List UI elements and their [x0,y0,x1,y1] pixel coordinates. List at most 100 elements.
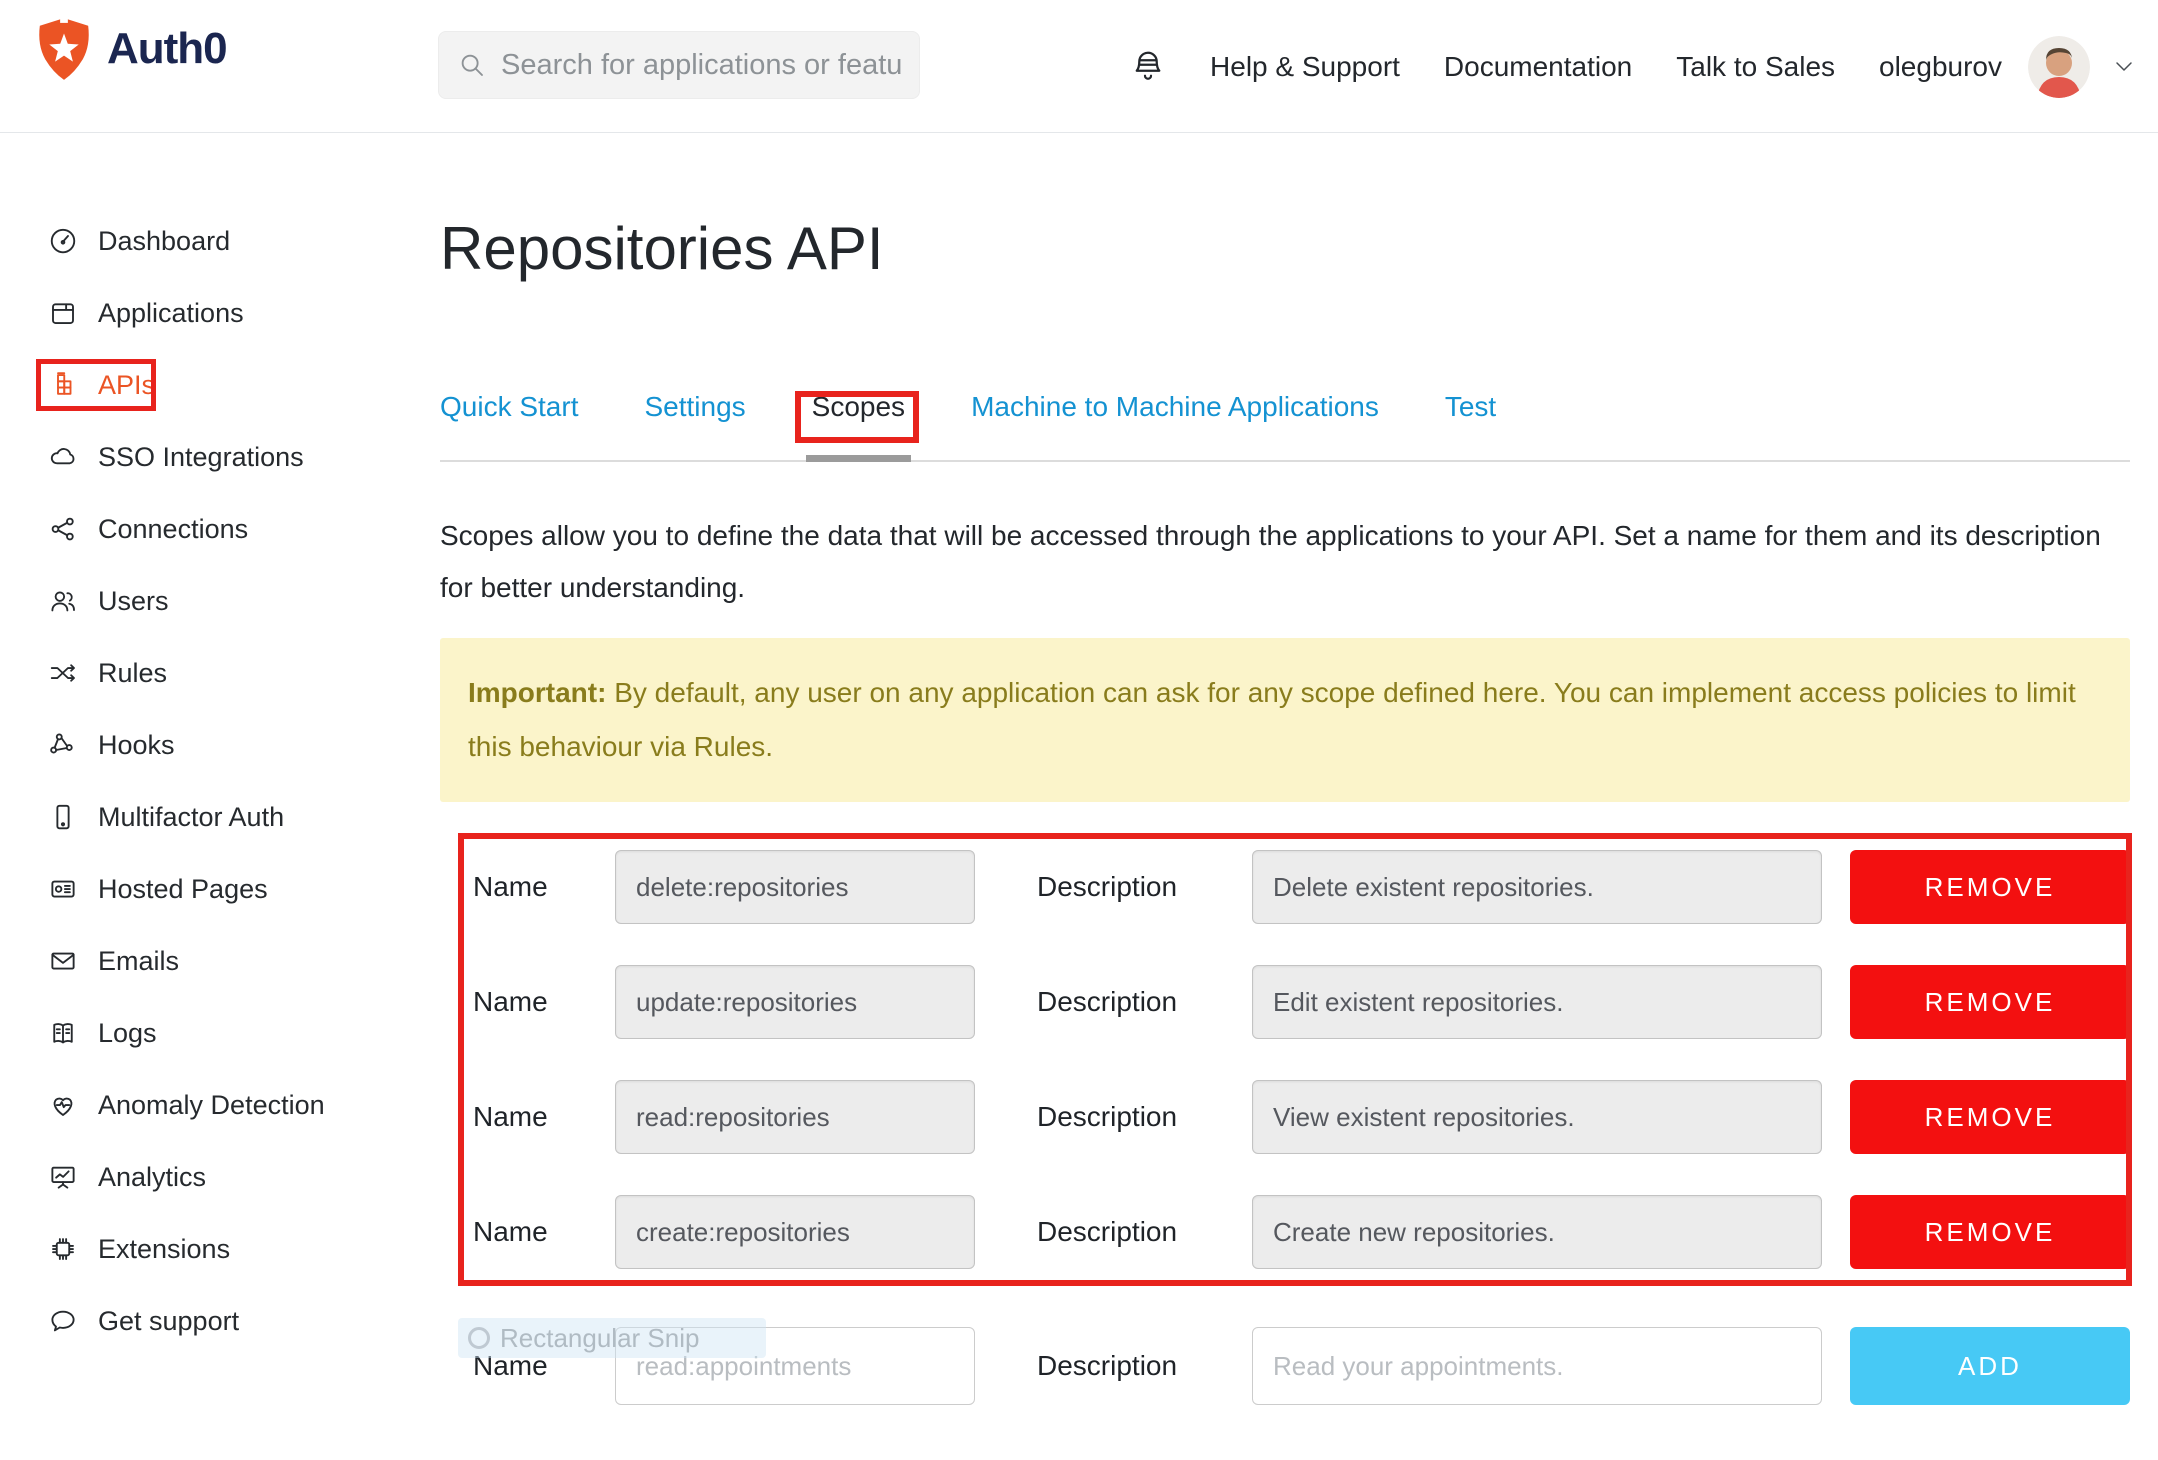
shuffle-icon [48,658,78,688]
nav-help-support[interactable]: Help & Support [1210,51,1400,83]
user-name[interactable]: olegburov [1879,51,2002,83]
sidebar-item-connections[interactable]: Connections [0,493,440,565]
remove-scope-button[interactable]: REMOVE [1850,965,2130,1039]
sidebar-item-label: Applications [98,298,244,329]
dashboard-icon [48,226,78,256]
sidebar-item-label: Users [98,586,169,617]
search-input[interactable] [501,49,901,82]
scope-name-input [615,850,975,924]
sidebar-item-hosted-pages[interactable]: Hosted Pages [0,853,440,925]
banner-text: By default, any user on any application … [468,677,2076,762]
hosted-pages-icon [48,874,78,904]
notification-bell-icon[interactable] [1130,46,1166,88]
important-banner: Important: By default, any user on any a… [440,638,2130,802]
description-label: Description [1037,986,1192,1018]
chevron-down-icon[interactable] [2112,55,2136,79]
name-label: Name [473,1216,615,1248]
auth0-dashboard-page: Auth0 Help & Support Documentation Talk … [0,0,2158,1460]
speech-bubble-icon [48,1306,78,1336]
tab-settings[interactable]: Settings [644,389,745,425]
chip-icon [48,1234,78,1264]
scope-description-input [1252,1080,1822,1154]
name-label: Name [473,871,615,903]
description-label: Description [1037,1350,1192,1382]
sidebar-item-label: Logs [98,1018,157,1049]
sidebar-item-label: Hooks [98,730,175,761]
sidebar-item-label: Multifactor Auth [98,802,284,833]
search-icon [457,50,487,80]
sidebar-item-logs[interactable]: Logs [0,997,440,1069]
sidebar-item-emails[interactable]: Emails [0,925,440,997]
name-label: Name [473,1350,615,1382]
sidebar-item-anomaly-detection[interactable]: Anomaly Detection [0,1069,440,1141]
sidebar-item-label: Analytics [98,1162,206,1193]
envelope-icon [48,946,78,976]
sidebar-item-extensions[interactable]: Extensions [0,1213,440,1285]
nav-talk-to-sales[interactable]: Talk to Sales [1676,51,1835,83]
sidebar-item-hooks[interactable]: Hooks [0,709,440,781]
sidebar-item-multifactor-auth[interactable]: Multifactor Auth [0,781,440,853]
sidebar-item-label: Connections [98,514,248,545]
scope-description-input [1252,1195,1822,1269]
description-label: Description [1037,871,1192,903]
avatar[interactable] [2028,36,2090,98]
heart-pulse-icon [48,1090,78,1120]
description-label: Description [1037,1216,1192,1248]
new-scope-row: Name Description ADD [440,1327,2130,1405]
main-content: Repositories API Quick Start Settings Sc… [440,133,2158,1446]
top-header: Auth0 Help & Support Documentation Talk … [0,0,2158,133]
sidebar-item-label: Hosted Pages [98,874,268,905]
sidebar-item-applications[interactable]: Applications [0,277,440,349]
name-label: Name [473,1101,615,1133]
global-search[interactable] [438,31,920,99]
sidebar-item-label: SSO Integrations [98,442,304,473]
remove-scope-button[interactable]: REMOVE [1850,850,2130,924]
tab-scopes[interactable]: Scopes [812,389,905,425]
sidebar-item-apis[interactable]: APIs [0,349,440,421]
tab-quick-start[interactable]: Quick Start [440,389,578,425]
remove-scope-button[interactable]: REMOVE [1850,1080,2130,1154]
scope-row: Name Description REMOVE [440,850,2130,924]
remove-scope-button[interactable]: REMOVE [1850,1195,2130,1269]
sidebar-item-label: Get support [98,1306,239,1337]
new-scope-description-input[interactable] [1252,1327,1822,1405]
add-scope-button[interactable]: ADD [1850,1327,2130,1405]
analytics-icon [48,1162,78,1192]
sidebar-item-sso-integrations[interactable]: SSO Integrations [0,421,440,493]
banner-prefix: Important: [468,677,606,708]
sidebar-item-analytics[interactable]: Analytics [0,1141,440,1213]
book-icon [48,1018,78,1048]
users-icon [48,586,78,616]
auth0-logo[interactable]: Auth0 [35,16,227,82]
sidebar-item-label: APIs [98,370,155,401]
sidebar-item-users[interactable]: Users [0,565,440,637]
description-label: Description [1037,1101,1192,1133]
header-right-cluster: Help & Support Documentation Talk to Sal… [1130,0,2136,133]
sidebar-item-get-support[interactable]: Get support [0,1285,440,1357]
scope-row: Name Description REMOVE [440,965,2130,1039]
sidebar-item-label: Rules [98,658,167,689]
tab-test[interactable]: Test [1445,389,1496,425]
tab-bar: Quick Start Settings Scopes Machine to M… [440,389,2130,462]
logo-wordmark: Auth0 [107,24,227,74]
smartphone-icon [48,802,78,832]
apis-icon [48,370,78,400]
new-scope-name-input[interactable] [615,1327,975,1405]
share-nodes-icon [48,514,78,544]
cloud-icon [48,442,78,472]
sidebar-item-dashboard[interactable]: Dashboard [0,205,440,277]
scopes-list: Name Description REMOVE Name Description… [440,850,2130,1405]
sidebar-item-label: Anomaly Detection [98,1090,325,1121]
scope-name-input [615,1080,975,1154]
sidebar-item-rules[interactable]: Rules [0,637,440,709]
hooks-icon [48,730,78,760]
scopes-description: Scopes allow you to define the data that… [440,510,2130,614]
sidebar-item-label: Emails [98,946,179,977]
scope-description-input [1252,850,1822,924]
nav-documentation[interactable]: Documentation [1444,51,1632,83]
auth0-shield-icon [35,16,93,82]
sidebar-item-label: Dashboard [98,226,230,257]
scope-name-input [615,965,975,1039]
applications-icon [48,298,78,328]
tab-machine-to-machine[interactable]: Machine to Machine Applications [971,389,1379,425]
